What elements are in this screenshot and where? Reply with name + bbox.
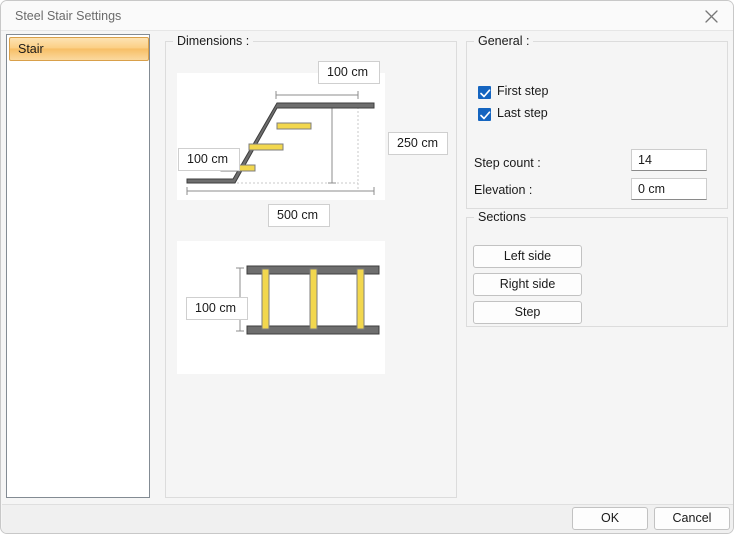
sidebar-item-stair[interactable]: Stair (9, 37, 149, 61)
sidebar-item-label: Stair (18, 42, 44, 56)
dimensions-group-title: Dimensions : (173, 34, 253, 48)
dimension-bottom-landing-value[interactable]: 100 cm (178, 148, 240, 171)
elevation-input[interactable]: 0 cm (631, 178, 707, 200)
dimension-line-height (328, 106, 336, 183)
left-side-button[interactable]: Left side (473, 245, 582, 268)
sections-group-title: Sections (474, 210, 530, 224)
checkbox-box[interactable] (478, 86, 491, 99)
checkbox-label: First step (497, 84, 548, 98)
right-side-button[interactable]: Right side (473, 273, 582, 296)
checkbox-label: Last step (497, 106, 548, 120)
close-button[interactable] (689, 1, 734, 30)
dimension-line-total (187, 187, 374, 195)
stair-elevation-diagram (177, 73, 385, 200)
ok-button[interactable]: OK (572, 507, 648, 530)
check-icon (480, 89, 491, 98)
checkbox-box[interactable] (478, 108, 491, 121)
dimension-height-value[interactable]: 250 cm (388, 132, 448, 155)
check-icon (480, 111, 491, 120)
title-bar: Steel Stair Settings (1, 1, 734, 31)
general-group-title: General : (474, 34, 533, 48)
step-count-input[interactable]: 14 (631, 149, 707, 171)
category-list[interactable]: Stair (6, 34, 150, 498)
step-button[interactable]: Step (473, 301, 582, 324)
dimension-line-top (276, 91, 358, 99)
step-count-label: Step count : (474, 156, 541, 170)
stringer-profile (187, 103, 374, 183)
close-icon (705, 10, 718, 23)
window-title: Steel Stair Settings (15, 9, 121, 23)
dimension-top-run-value[interactable]: 100 cm (318, 61, 380, 84)
elevation-label: Elevation : (474, 183, 532, 197)
cancel-button[interactable]: Cancel (654, 507, 730, 530)
dimension-total-length-value[interactable]: 500 cm (268, 204, 330, 227)
dimension-width-value[interactable]: 100 cm (186, 297, 248, 320)
steel-stair-settings-dialog: Steel Stair Settings Stair Dimensions : (0, 0, 734, 534)
plan-step-treads (262, 269, 364, 329)
